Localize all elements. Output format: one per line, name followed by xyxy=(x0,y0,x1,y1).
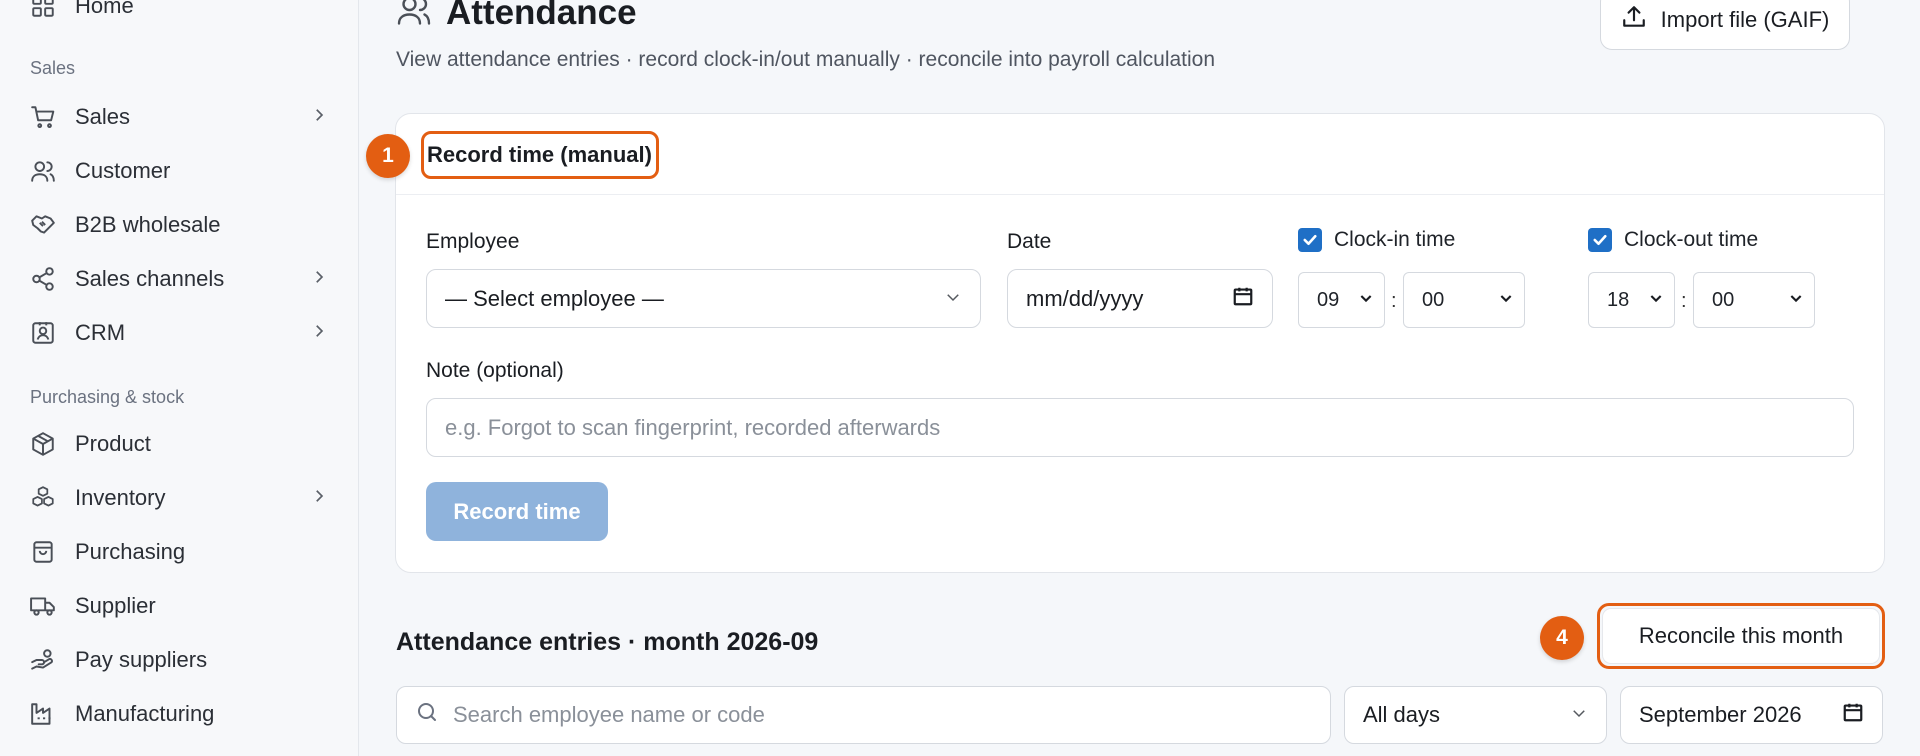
sidebar-item-label: Sales xyxy=(75,104,131,129)
entries-title: Attendance entries · month 2026-09 xyxy=(396,628,819,656)
sidebar-item-inventory[interactable]: Inventory xyxy=(30,478,328,518)
clock-in-minute-value: 00 xyxy=(1422,288,1445,311)
sidebar-item-label: Product xyxy=(75,431,151,456)
step-badge: 1 xyxy=(366,134,410,178)
sidebar-section-purchasing: Purchasing & stock xyxy=(30,387,185,407)
factory-icon xyxy=(30,701,56,727)
employee-label: Employee xyxy=(426,230,520,253)
checkbox-checked-icon[interactable] xyxy=(1588,228,1612,252)
page-title: Attendance xyxy=(446,0,637,32)
sidebar-item-label: Home xyxy=(75,0,134,18)
month-input-value: September 2026 xyxy=(1639,702,1802,727)
upload-icon xyxy=(1621,4,1661,36)
note-input[interactable]: e.g. Forgot to scan fingerprint, recorde… xyxy=(426,398,1854,457)
page-subtitle: View attendance entries · record clock-i… xyxy=(396,48,1216,71)
bag-icon xyxy=(30,539,56,565)
date-input-value: mm/dd/yyyy xyxy=(1026,285,1144,311)
sidebar-item-label: Supplier xyxy=(75,593,156,618)
calendar-icon[interactable] xyxy=(1232,285,1254,313)
sidebar-item-label: Customer xyxy=(75,158,171,183)
share-icon xyxy=(30,266,56,292)
sidebar-item-customer[interactable]: Customer xyxy=(30,151,328,191)
chevron-down-icon xyxy=(944,286,962,312)
time-separator: : xyxy=(1391,290,1397,312)
chevron-down-icon xyxy=(1648,289,1664,312)
step-badge: 4 xyxy=(1540,616,1584,660)
clock-out-minute-select[interactable]: 00 xyxy=(1693,272,1815,328)
checkbox-checked-icon[interactable] xyxy=(1298,228,1322,252)
chevron-down-icon xyxy=(1498,289,1514,312)
clock-out-hour-value: 18 xyxy=(1607,288,1630,311)
sidebar-item-crm[interactable]: CRM xyxy=(30,313,328,353)
handshake-icon xyxy=(30,212,56,238)
chevron-right-icon xyxy=(310,320,328,346)
chevron-down-icon xyxy=(1788,289,1804,312)
import-file-label: Import file (GAIF) xyxy=(1660,7,1830,32)
page-header: Attendance xyxy=(396,0,637,33)
sidebar-item-label: Purchasing xyxy=(75,539,186,564)
day-filter-value: All days xyxy=(1363,702,1441,727)
day-filter-select[interactable]: All days xyxy=(1344,686,1607,744)
search-input[interactable]: Search employee name or code xyxy=(396,686,1331,744)
employee-select-value: — Select employee — xyxy=(445,285,664,311)
sidebar-item-sales[interactable]: Sales xyxy=(30,97,328,137)
boxes-icon xyxy=(30,485,56,511)
chevron-right-icon xyxy=(310,266,328,292)
time-separator: : xyxy=(1681,290,1687,312)
reconcile-month-button[interactable]: Reconcile this month xyxy=(1597,603,1885,669)
card-title: Record time (manual) xyxy=(421,131,659,179)
calendar-icon[interactable] xyxy=(1842,701,1864,729)
sidebar-item-purchasing[interactable]: Purchasing xyxy=(30,532,328,572)
clock-out-minute-value: 00 xyxy=(1712,288,1735,311)
clock-out-toggle[interactable]: Clock-out time xyxy=(1588,228,1758,252)
users-icon xyxy=(30,158,56,184)
card-header: Record time (manual) xyxy=(396,114,1884,195)
chevron-down-icon xyxy=(1358,289,1374,312)
sidebar-item-sales-channels[interactable]: Sales channels xyxy=(30,259,328,299)
search-icon xyxy=(415,700,453,730)
note-label: Note (optional) xyxy=(426,359,564,382)
month-input[interactable]: September 2026 xyxy=(1620,686,1883,744)
sidebar-item-label: Sales channels xyxy=(75,266,225,291)
sidebar-item-label: Manufacturing xyxy=(75,701,215,726)
sidebar-item-home[interactable]: Home xyxy=(30,0,328,26)
clock-in-toggle[interactable]: Clock-in time xyxy=(1298,228,1455,252)
clock-out-label: Clock-out time xyxy=(1624,228,1759,251)
clock-in-label: Clock-in time xyxy=(1334,228,1456,251)
sidebar-item-pay-suppliers[interactable]: Pay suppliers xyxy=(30,640,328,680)
date-input[interactable]: mm/dd/yyyy xyxy=(1007,269,1273,328)
sidebar-item-product[interactable]: Product xyxy=(30,424,328,464)
record-time-button[interactable]: Record time xyxy=(426,482,608,541)
sidebar-item-label: Inventory xyxy=(75,485,166,510)
sidebar-item-label: B2B wholesale xyxy=(75,212,221,237)
hand-coins-icon xyxy=(30,647,56,673)
sidebar-item-label: Pay suppliers xyxy=(75,647,208,672)
truck-icon xyxy=(30,593,56,619)
clock-in-hour-value: 09 xyxy=(1317,288,1340,311)
chevron-right-icon xyxy=(310,485,328,511)
cart-icon xyxy=(30,104,56,130)
sidebar-item-b2b-wholesale[interactable]: B2B wholesale xyxy=(30,205,328,245)
chevron-down-icon xyxy=(1570,702,1588,728)
note-placeholder: e.g. Forgot to scan fingerprint, recorde… xyxy=(445,414,941,440)
box-icon xyxy=(30,431,56,457)
reconcile-month-label: Reconcile this month xyxy=(1603,609,1879,663)
sidebar-section-sales: Sales xyxy=(30,58,76,78)
chevron-right-icon xyxy=(310,104,328,130)
clock-in-hour-select[interactable]: 09 xyxy=(1298,272,1385,328)
contact-card-icon xyxy=(30,320,56,346)
clock-out-hour-select[interactable]: 18 xyxy=(1588,272,1675,328)
grid-icon xyxy=(30,0,56,19)
record-time-card: Record time (manual) Employee — Select e… xyxy=(395,113,1885,573)
clock-in-minute-select[interactable]: 00 xyxy=(1403,272,1525,328)
import-file-button[interactable]: Import file (GAIF) xyxy=(1600,0,1850,50)
sidebar-item-supplier[interactable]: Supplier xyxy=(30,586,328,626)
sidebar-item-manufacturing[interactable]: Manufacturing xyxy=(30,694,328,734)
search-placeholder: Search employee name or code xyxy=(453,702,765,727)
date-label: Date xyxy=(1007,230,1052,253)
users-icon xyxy=(396,0,432,33)
employee-select[interactable]: — Select employee — xyxy=(426,269,981,328)
sidebar: Home Sales Sales Customer B2B wholesale … xyxy=(0,0,359,756)
sidebar-item-label: CRM xyxy=(75,320,126,345)
